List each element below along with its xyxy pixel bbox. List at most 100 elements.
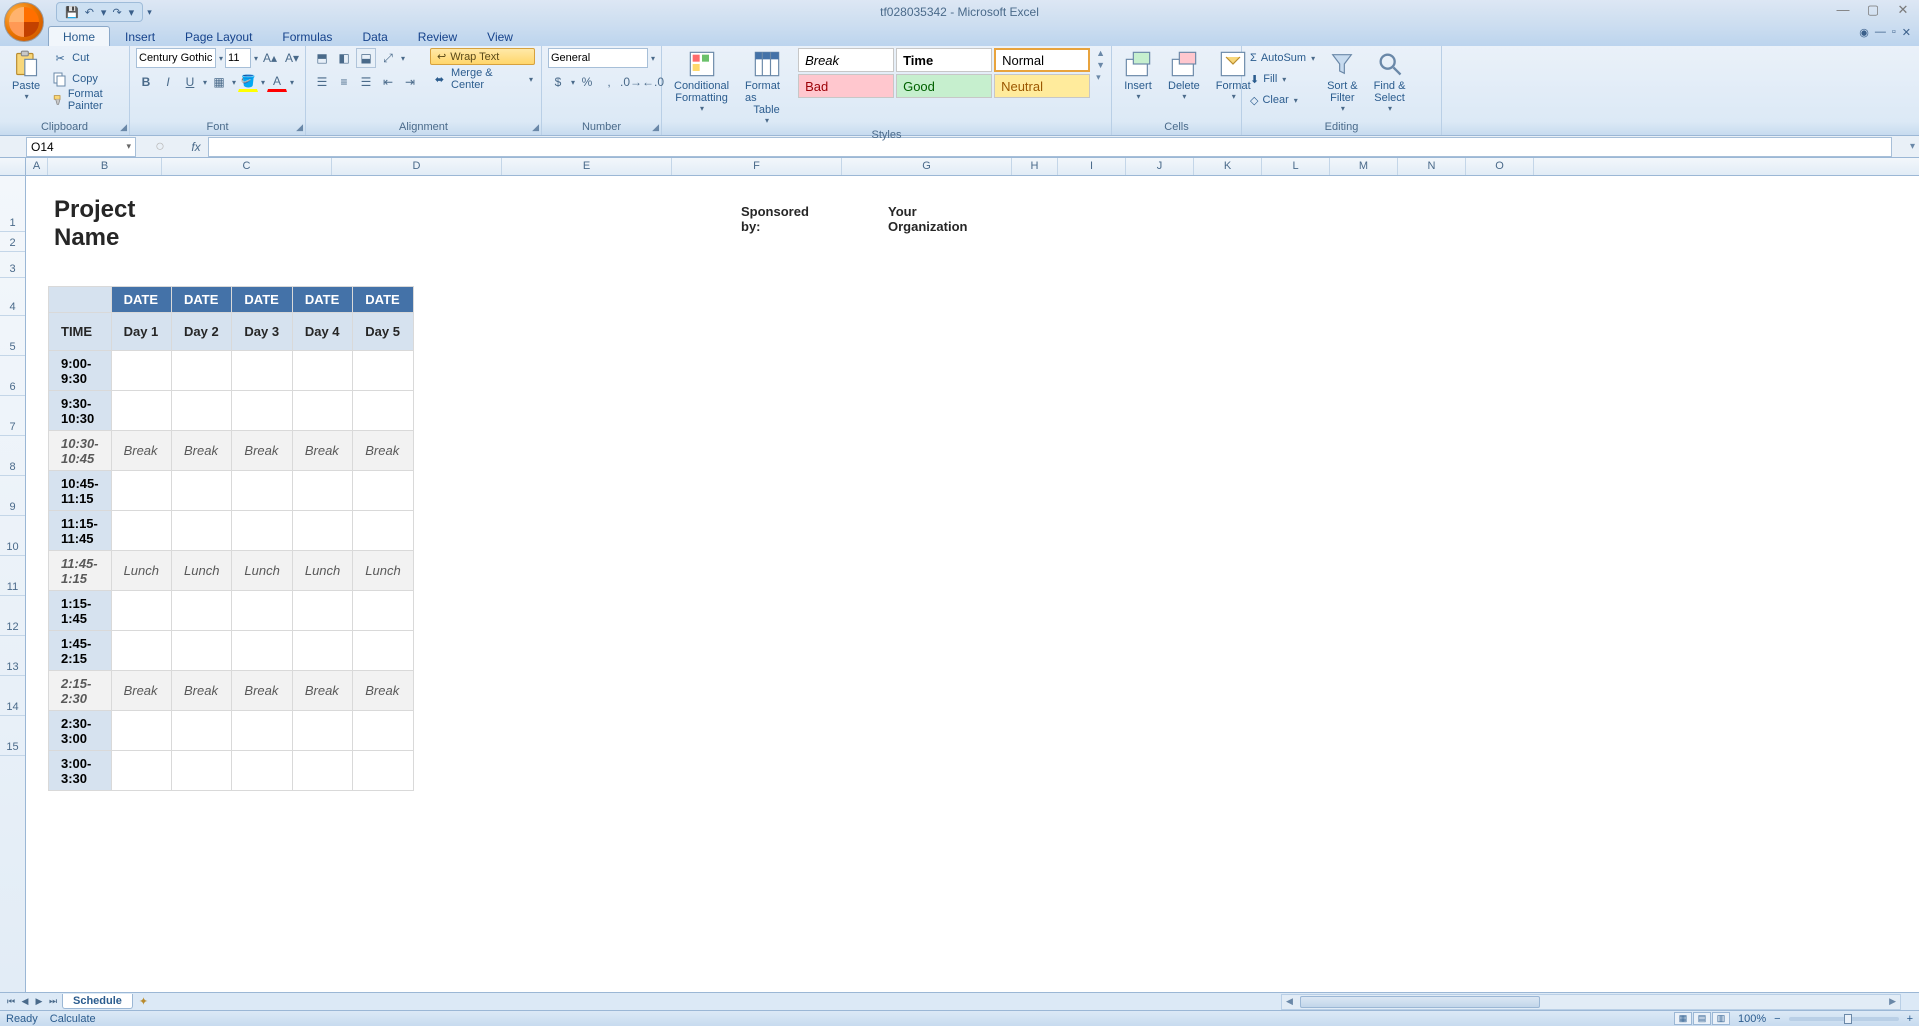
- time-cell[interactable]: 11:45-1:15: [49, 551, 112, 591]
- orientation-icon[interactable]: ⤢: [378, 48, 398, 68]
- align-center-icon[interactable]: ≡: [334, 72, 354, 92]
- clipboard-launcher-icon[interactable]: ◢: [120, 122, 127, 133]
- accounting-format-icon[interactable]: $: [548, 72, 568, 92]
- shrink-font-icon[interactable]: A▾: [282, 48, 302, 68]
- row-header[interactable]: 11: [0, 556, 25, 596]
- sort-filter-button[interactable]: Sort &Filter▾: [1321, 48, 1364, 115]
- schedule-cell[interactable]: [292, 591, 352, 631]
- decrease-indent-icon[interactable]: ⇤: [378, 72, 398, 92]
- format-painter-button[interactable]: Format Painter: [50, 90, 123, 110]
- schedule-cell[interactable]: [292, 471, 352, 511]
- schedule-cell[interactable]: [353, 391, 413, 431]
- schedule-cell[interactable]: [292, 391, 352, 431]
- schedule-cell[interactable]: [353, 751, 413, 791]
- horizontal-scrollbar[interactable]: ◀ ▶: [1281, 994, 1901, 1010]
- font-launcher-icon[interactable]: ◢: [296, 122, 303, 133]
- font-color-icon[interactable]: A: [267, 72, 287, 92]
- schedule-cell[interactable]: [111, 351, 171, 391]
- schedule-cell[interactable]: [232, 471, 292, 511]
- undo-icon[interactable]: ↶: [85, 6, 94, 19]
- time-cell[interactable]: 2:30-3:00: [49, 711, 112, 751]
- time-cell[interactable]: 10:30-10:45: [49, 431, 112, 471]
- border-icon[interactable]: ▦: [209, 72, 229, 92]
- styles-scroll-up-icon[interactable]: ▲: [1096, 48, 1105, 58]
- time-cell[interactable]: 10:45-11:15: [49, 471, 112, 511]
- schedule-cell[interactable]: [172, 591, 232, 631]
- expand-formula-icon[interactable]: ▾: [1910, 141, 1915, 152]
- time-cell[interactable]: 1:45-2:15: [49, 631, 112, 671]
- tab-page-layout[interactable]: Page Layout: [170, 26, 267, 46]
- schedule-cell[interactable]: Break: [292, 671, 352, 711]
- schedule-cell[interactable]: Lunch: [232, 551, 292, 591]
- row-header[interactable]: 6: [0, 356, 25, 396]
- row-header[interactable]: 5: [0, 316, 25, 356]
- row-header[interactable]: 13: [0, 636, 25, 676]
- column-header[interactable]: I: [1058, 158, 1126, 175]
- ribbon-minimize-icon[interactable]: —: [1875, 26, 1886, 39]
- schedule-cell[interactable]: Break: [353, 431, 413, 471]
- row-header[interactable]: 1: [0, 176, 25, 232]
- cell-style-good[interactable]: Good: [896, 74, 992, 98]
- schedule-cell[interactable]: [292, 511, 352, 551]
- row-header[interactable]: 3: [0, 252, 25, 278]
- format-as-table-button[interactable]: Format asTable▾: [739, 48, 794, 127]
- zoom-out-icon[interactable]: −: [1774, 1013, 1780, 1025]
- schedule-cell[interactable]: [353, 471, 413, 511]
- help-icon[interactable]: ◉: [1859, 26, 1869, 39]
- sheet-nav-prev-icon[interactable]: ◀: [18, 996, 32, 1007]
- number-launcher-icon[interactable]: ◢: [652, 122, 659, 133]
- align-right-icon[interactable]: ☰: [356, 72, 376, 92]
- schedule-cell[interactable]: [232, 351, 292, 391]
- number-format-select[interactable]: [548, 48, 648, 68]
- fill-button[interactable]: ⬇Fill▾: [1248, 69, 1317, 89]
- cell-style-bad[interactable]: Bad: [798, 74, 894, 98]
- column-header[interactable]: J: [1126, 158, 1194, 175]
- grow-font-icon[interactable]: A▴: [260, 48, 280, 68]
- schedule-cell[interactable]: Lunch: [353, 551, 413, 591]
- column-header[interactable]: G: [842, 158, 1012, 175]
- cell-style-neutral[interactable]: Neutral: [994, 74, 1090, 98]
- align-left-icon[interactable]: ☰: [312, 72, 332, 92]
- time-cell[interactable]: 11:15-11:45: [49, 511, 112, 551]
- schedule-cell[interactable]: Break: [111, 431, 171, 471]
- schedule-cell[interactable]: [292, 631, 352, 671]
- wrap-text-button[interactable]: ↩Wrap Text: [430, 48, 535, 65]
- column-header[interactable]: K: [1194, 158, 1262, 175]
- column-header[interactable]: E: [502, 158, 672, 175]
- styles-scroll-down-icon[interactable]: ▼: [1096, 60, 1105, 70]
- new-sheet-icon[interactable]: ✦: [139, 995, 148, 1008]
- schedule-cell[interactable]: [232, 711, 292, 751]
- cancel-formula-icon[interactable]: ○: [155, 138, 165, 156]
- clear-button[interactable]: ◇Clear▾: [1248, 90, 1317, 110]
- schedule-cell[interactable]: Break: [232, 431, 292, 471]
- schedule-cell[interactable]: [111, 591, 171, 631]
- column-header[interactable]: N: [1398, 158, 1466, 175]
- column-header[interactable]: H: [1012, 158, 1058, 175]
- time-cell[interactable]: 9:30-10:30: [49, 391, 112, 431]
- zoom-slider[interactable]: [1789, 1017, 1899, 1021]
- sheet-nav-last-icon[interactable]: ⏭: [46, 996, 60, 1007]
- tab-view[interactable]: View: [472, 26, 528, 46]
- schedule-cell[interactable]: Lunch: [172, 551, 232, 591]
- delete-cells-button[interactable]: Delete▾: [1162, 48, 1206, 103]
- schedule-cell[interactable]: [172, 631, 232, 671]
- time-cell[interactable]: 3:00-3:30: [49, 751, 112, 791]
- decrease-decimal-icon[interactable]: ←.0: [643, 72, 663, 92]
- increase-decimal-icon[interactable]: .0→: [621, 72, 641, 92]
- schedule-cell[interactable]: [111, 391, 171, 431]
- font-size-input[interactable]: [225, 48, 251, 68]
- schedule-cell[interactable]: [232, 511, 292, 551]
- sheet-tab-schedule[interactable]: Schedule: [62, 994, 133, 1009]
- schedule-cell[interactable]: [232, 591, 292, 631]
- row-header[interactable]: 9: [0, 476, 25, 516]
- page-break-view-icon[interactable]: ▥: [1712, 1012, 1730, 1025]
- cell-style-break[interactable]: Break: [798, 48, 894, 72]
- column-header[interactable]: F: [672, 158, 842, 175]
- time-cell[interactable]: 1:15-1:45: [49, 591, 112, 631]
- qat-customize-icon[interactable]: ▾: [147, 7, 152, 18]
- time-cell[interactable]: 9:00-9:30: [49, 351, 112, 391]
- schedule-cell[interactable]: [111, 631, 171, 671]
- schedule-cell[interactable]: [232, 751, 292, 791]
- row-header[interactable]: 2: [0, 232, 25, 252]
- align-middle-icon[interactable]: ◧: [334, 48, 354, 68]
